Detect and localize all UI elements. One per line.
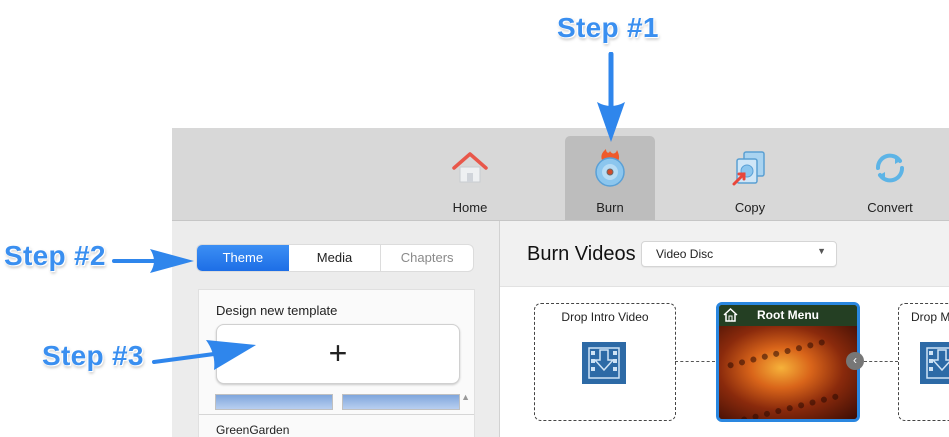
sidebar: Theme Media Chapters Design new template… xyxy=(172,221,500,437)
drop-intro-video-zone[interactable]: Drop Intro Video xyxy=(534,303,676,421)
root-menu-label: Root Menu xyxy=(757,308,819,322)
toolbar-item-copy[interactable]: Copy xyxy=(705,136,795,220)
video-import-icon xyxy=(920,342,949,384)
burn-disc-icon xyxy=(595,149,625,187)
step-1-annotation: Step #1 xyxy=(557,12,659,43)
step-2-annotation: Step #2 xyxy=(4,240,106,271)
main-panel: Burn Videos Video Disc ▼ Drop Intro Vide… xyxy=(500,221,949,437)
connector-line xyxy=(864,361,898,362)
convert-icon xyxy=(875,153,905,183)
home-icon xyxy=(452,152,488,183)
toolbar-label-burn: Burn xyxy=(596,200,624,215)
step-3-annotation: Step #3 xyxy=(42,340,144,371)
step-3-arrow xyxy=(152,340,256,370)
toolbar-item-home[interactable]: Home xyxy=(425,136,515,220)
menu-background-image xyxy=(719,326,857,419)
sidebar-tab-control: Theme Media Chapters xyxy=(197,245,473,271)
step-2-arrow xyxy=(112,249,194,273)
root-menu-bar: Root Menu xyxy=(719,305,857,326)
drop-menu-label: Drop M xyxy=(911,310,949,324)
connector-line xyxy=(675,361,715,362)
drop-intro-label: Drop Intro Video xyxy=(561,310,649,324)
app-window: Home Burn Copy Convert Theme Media Chapt… xyxy=(172,128,949,437)
video-import-icon xyxy=(582,342,626,384)
toolbar-label-copy: Copy xyxy=(734,200,766,215)
template-thumbnail[interactable] xyxy=(342,394,460,410)
disc-type-select[interactable]: Video Disc ▼ xyxy=(641,241,837,267)
root-menu-card[interactable]: Root Menu xyxy=(716,302,860,422)
chevron-down-icon: ▼ xyxy=(817,246,826,256)
toolbar-item-convert[interactable]: Convert xyxy=(845,136,935,220)
toolbar-item-burn[interactable]: Burn xyxy=(565,136,655,220)
toolbar: Home Burn Copy Convert xyxy=(172,128,949,221)
design-template-title: Design new template xyxy=(216,303,338,318)
main-header: Burn Videos Video Disc ▼ xyxy=(500,221,949,287)
toolbar-label-convert: Convert xyxy=(867,200,913,215)
tab-chapters[interactable]: Chapters xyxy=(381,245,473,271)
film-strip-graphic xyxy=(726,338,840,419)
divider xyxy=(199,414,474,415)
drop-menu-video-zone[interactable]: Drop M xyxy=(898,303,949,421)
toolbar-label-home: Home xyxy=(452,200,488,215)
step-1-arrow xyxy=(597,52,625,142)
tab-media[interactable]: Media xyxy=(289,245,382,271)
tab-theme[interactable]: Theme xyxy=(197,245,289,271)
page-title: Burn Videos xyxy=(527,243,636,265)
copy-disc-icon xyxy=(732,151,765,186)
disc-type-value: Video Disc xyxy=(656,247,714,261)
template-thumbnail[interactable] xyxy=(215,394,333,410)
previous-arrow-icon[interactable]: ‹ xyxy=(846,352,864,370)
scroll-up-icon[interactable]: ▲ xyxy=(461,392,470,402)
template-name: GreenGarden xyxy=(216,423,290,437)
